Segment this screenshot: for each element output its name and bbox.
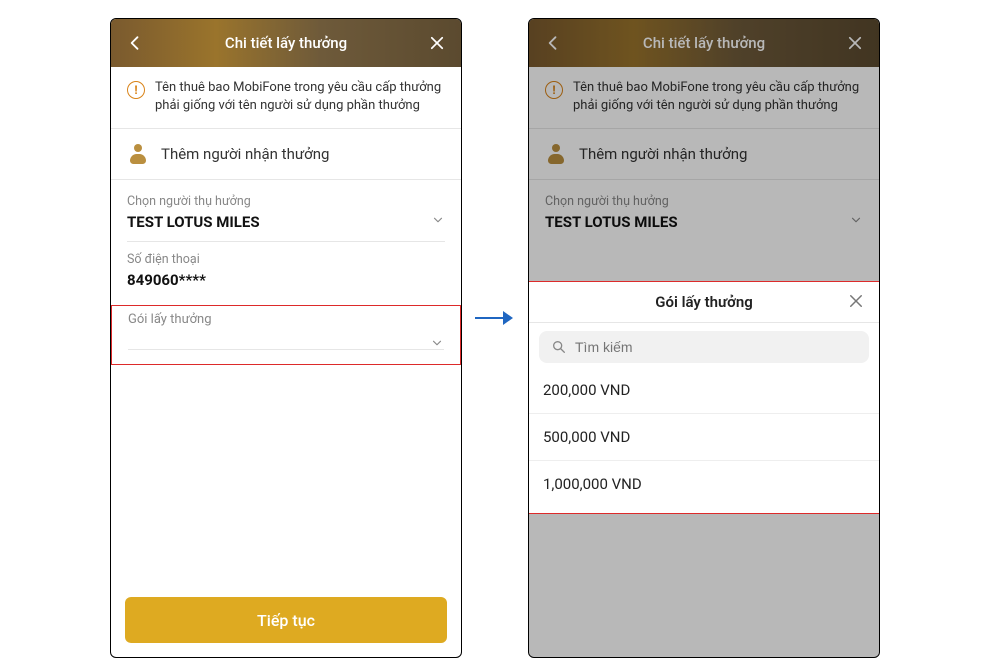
- divider: [128, 349, 444, 350]
- warning-icon: !: [127, 81, 145, 99]
- phone-value: 849060****: [127, 271, 445, 289]
- beneficiary-label: Chọn người thụ hưởng: [127, 194, 445, 209]
- sheet-close-icon[interactable]: [847, 292, 867, 312]
- package-sheet: Gói lấy thưởng 200,000 VND 500,000 VND 1…: [528, 281, 880, 514]
- add-recipient-label: Thêm người nhận thưởng: [161, 145, 329, 163]
- phone-field: Số điện thoại 849060****: [111, 242, 461, 299]
- package-select[interactable]: Gói lấy thưởng: [111, 305, 461, 365]
- search-icon: [551, 339, 567, 355]
- continue-label: Tiếp tục: [257, 611, 315, 630]
- flow-arrow-icon: [472, 306, 514, 330]
- warning-banner: ! Tên thuê bao MobiFone trong yêu cầu cấ…: [111, 67, 461, 128]
- back-icon[interactable]: [123, 31, 147, 55]
- sheet-title: Gói lấy thưởng: [561, 293, 847, 311]
- phone-label: Số điện thoại: [127, 252, 445, 267]
- chevron-down-icon: [431, 213, 445, 227]
- package-label: Gói lấy thưởng: [128, 312, 444, 327]
- add-recipient-row[interactable]: Thêm người nhận thưởng: [111, 129, 461, 179]
- screen-left: Chi tiết lấy thưởng ! Tên thuê bao MobiF…: [110, 18, 462, 658]
- package-option[interactable]: 1,000,000 VND: [528, 461, 880, 507]
- beneficiary-value: TEST LOTUS MILES: [127, 213, 445, 231]
- search-field[interactable]: [539, 331, 869, 363]
- package-option[interactable]: 200,000 VND: [528, 367, 880, 413]
- package-option[interactable]: 500,000 VND: [528, 414, 880, 460]
- sheet-header: Gói lấy thưởng: [528, 282, 880, 323]
- screen-right: Chi tiết lấy thưởng ! Tên thuê bao MobiF…: [528, 18, 880, 658]
- page-title: Chi tiết lấy thưởng: [147, 34, 425, 52]
- continue-button[interactable]: Tiếp tục: [125, 597, 447, 643]
- person-icon: [127, 143, 149, 165]
- warning-text: Tên thuê bao MobiFone trong yêu cầu cấp …: [155, 79, 445, 114]
- beneficiary-field[interactable]: Chọn người thụ hưởng TEST LOTUS MILES: [111, 180, 461, 241]
- app-header: Chi tiết lấy thưởng: [111, 19, 461, 67]
- chevron-down-icon: [430, 336, 444, 350]
- close-icon[interactable]: [425, 31, 449, 55]
- search-input[interactable]: [575, 339, 857, 355]
